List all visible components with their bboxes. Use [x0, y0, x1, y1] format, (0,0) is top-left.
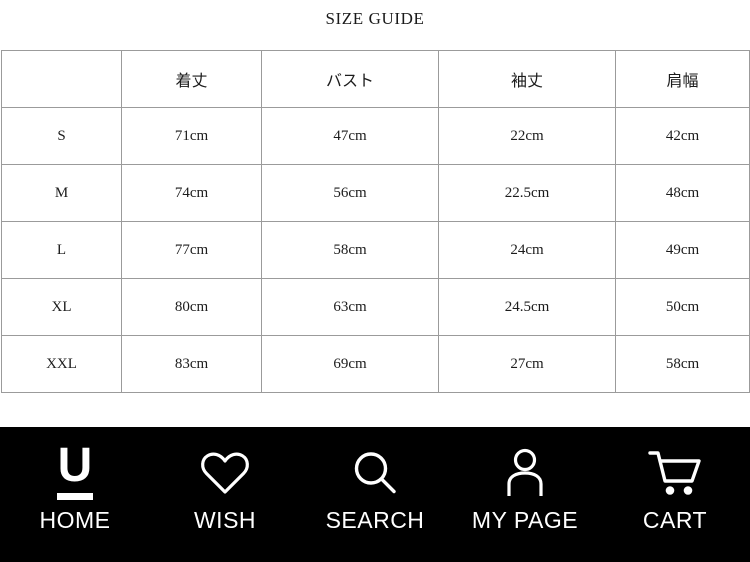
- nav-item-wish[interactable]: WISH: [150, 427, 300, 562]
- size-guide-table: 着丈 バスト 袖丈 肩幅 S 71cm 47cm 22cm 42cm M 74c…: [1, 50, 750, 393]
- nav-label-home: HOME: [39, 507, 111, 533]
- cell-length: 71cm: [121, 107, 262, 165]
- cell-shoulder: 49cm: [615, 221, 750, 279]
- table-row: L 77cm 58cm 24cm 49cm: [1, 221, 750, 279]
- cell-size: L: [1, 221, 122, 279]
- bottom-navigation-bar: U HOME WISH SEARCH MY PAGE CART: [0, 427, 750, 562]
- cell-length: 74cm: [121, 164, 262, 222]
- heart-icon: [200, 447, 250, 499]
- cell-length: 83cm: [121, 335, 262, 393]
- nav-item-my-page[interactable]: MY PAGE: [450, 427, 600, 562]
- column-header-size: [1, 50, 122, 108]
- column-header-length: 着丈: [121, 50, 262, 108]
- column-header-sleeve: 袖丈: [438, 50, 616, 108]
- cell-size: XL: [1, 278, 122, 336]
- cell-shoulder: 58cm: [615, 335, 750, 393]
- cell-length: 80cm: [121, 278, 262, 336]
- nav-label-wish: WISH: [193, 507, 257, 533]
- size-guide-table-container: 着丈 バスト 袖丈 肩幅 S 71cm 47cm 22cm 42cm M 74c…: [1, 50, 750, 393]
- cell-shoulder: 42cm: [615, 107, 750, 165]
- page-title: SIZE GUIDE: [325, 9, 425, 28]
- cell-sleeve: 22cm: [438, 107, 616, 165]
- cell-bust: 69cm: [261, 335, 439, 393]
- u-logo-letter: U: [57, 439, 93, 492]
- magnifier-icon: [351, 447, 399, 499]
- cell-sleeve: 27cm: [438, 335, 616, 393]
- table-row: S 71cm 47cm 22cm 42cm: [1, 107, 750, 165]
- cell-size: XXL: [1, 335, 122, 393]
- table-row: XXL 83cm 69cm 27cm 58cm: [1, 335, 750, 393]
- nav-item-search[interactable]: SEARCH: [300, 427, 450, 562]
- shopping-cart-icon: [647, 447, 703, 499]
- column-header-bust: バスト: [261, 50, 439, 108]
- nav-label-search: SEARCH: [325, 507, 425, 533]
- nav-label-my-page: MY PAGE: [471, 507, 579, 533]
- nav-label-cart: CART: [642, 507, 708, 533]
- column-header-shoulder: 肩幅: [615, 50, 750, 108]
- u-logo-underbar: [57, 493, 93, 500]
- person-icon: [503, 447, 547, 499]
- cell-size: S: [1, 107, 122, 165]
- cell-bust: 47cm: [261, 107, 439, 165]
- cell-shoulder: 50cm: [615, 278, 750, 336]
- cell-sleeve: 24cm: [438, 221, 616, 279]
- nav-item-home[interactable]: U HOME: [0, 427, 150, 562]
- u-logo-icon: U: [52, 442, 98, 500]
- cell-sleeve: 24.5cm: [438, 278, 616, 336]
- cell-bust: 63cm: [261, 278, 439, 336]
- table-header-row: 着丈 バスト 袖丈 肩幅: [1, 50, 750, 108]
- cell-length: 77cm: [121, 221, 262, 279]
- table-row: XL 80cm 63cm 24.5cm 50cm: [1, 278, 750, 336]
- cell-size: M: [1, 164, 122, 222]
- cell-bust: 56cm: [261, 164, 439, 222]
- cell-bust: 58cm: [261, 221, 439, 279]
- cell-sleeve: 22.5cm: [438, 164, 616, 222]
- table-row: M 74cm 56cm 22.5cm 48cm: [1, 164, 750, 222]
- cell-shoulder: 48cm: [615, 164, 750, 222]
- nav-item-cart[interactable]: CART: [600, 427, 750, 562]
